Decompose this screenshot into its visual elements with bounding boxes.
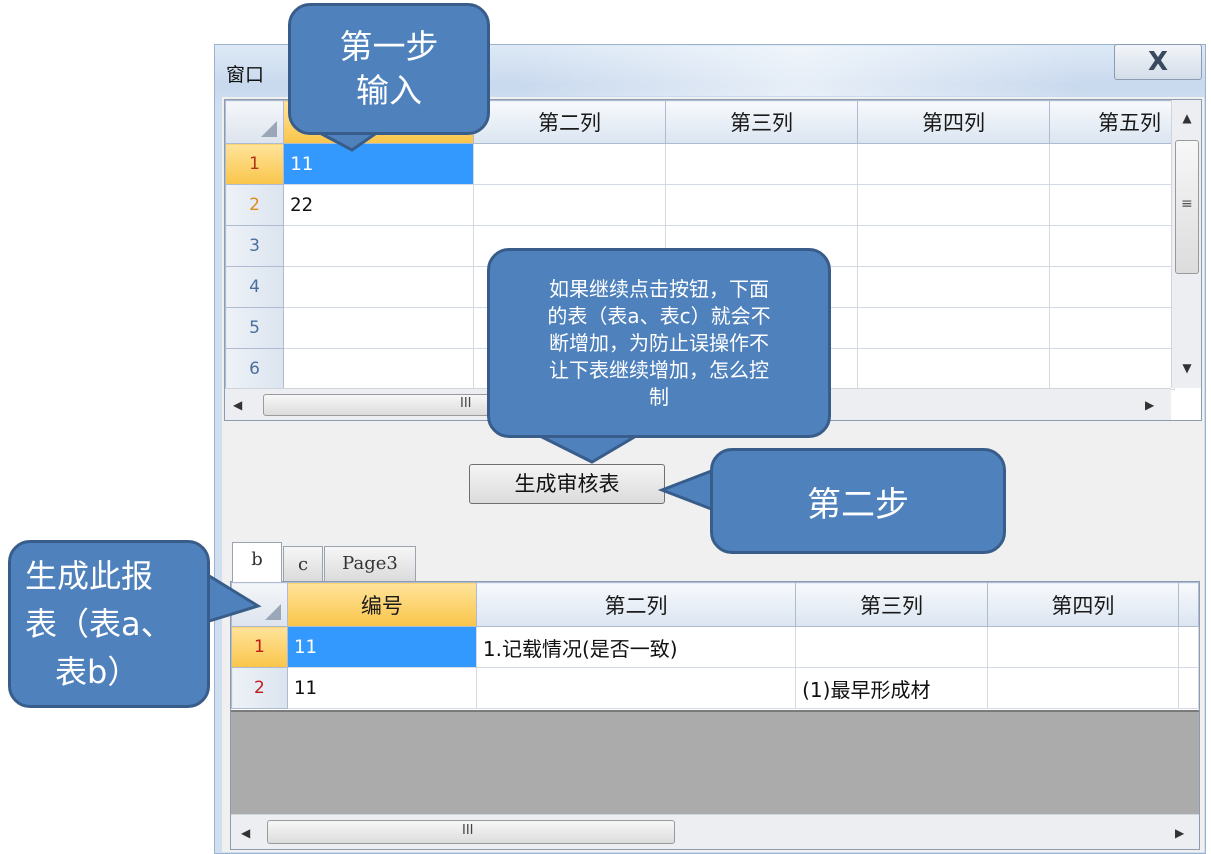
callout-question-line1: 如果继续点击按钮，下面 xyxy=(549,276,769,301)
callout-generate-report: 生成此报 表（表a、 表b） xyxy=(8,540,210,708)
callout-step1-line2: 输入 xyxy=(356,71,422,110)
tab-b[interactable]: b xyxy=(232,542,282,582)
callout-step1-line1: 第一步 xyxy=(339,27,439,66)
callout-question-line2: 的表（表a、表c）就会不 xyxy=(547,303,771,328)
callout-question: 如果继续点击按钮，下面 的表（表a、表c）就会不 断增加，为防止误操作不 让下表… xyxy=(487,248,831,438)
callout-question-line5: 制 xyxy=(649,384,669,409)
callout-question-line4: 让下表继续增加，怎么控 xyxy=(549,357,769,382)
callout-step1: 第一步 输入 xyxy=(288,3,490,135)
callout-step2: 第二步 xyxy=(710,448,1006,554)
callout-report-line2: 表（表a、 xyxy=(25,605,173,643)
callout-question-line3: 断增加，为防止误操作不 xyxy=(549,330,769,355)
callout-step2-text: 第二步 xyxy=(807,484,909,525)
callout-report-line1: 生成此报 xyxy=(25,557,154,595)
callout-report-line3: 表b） xyxy=(55,653,140,691)
